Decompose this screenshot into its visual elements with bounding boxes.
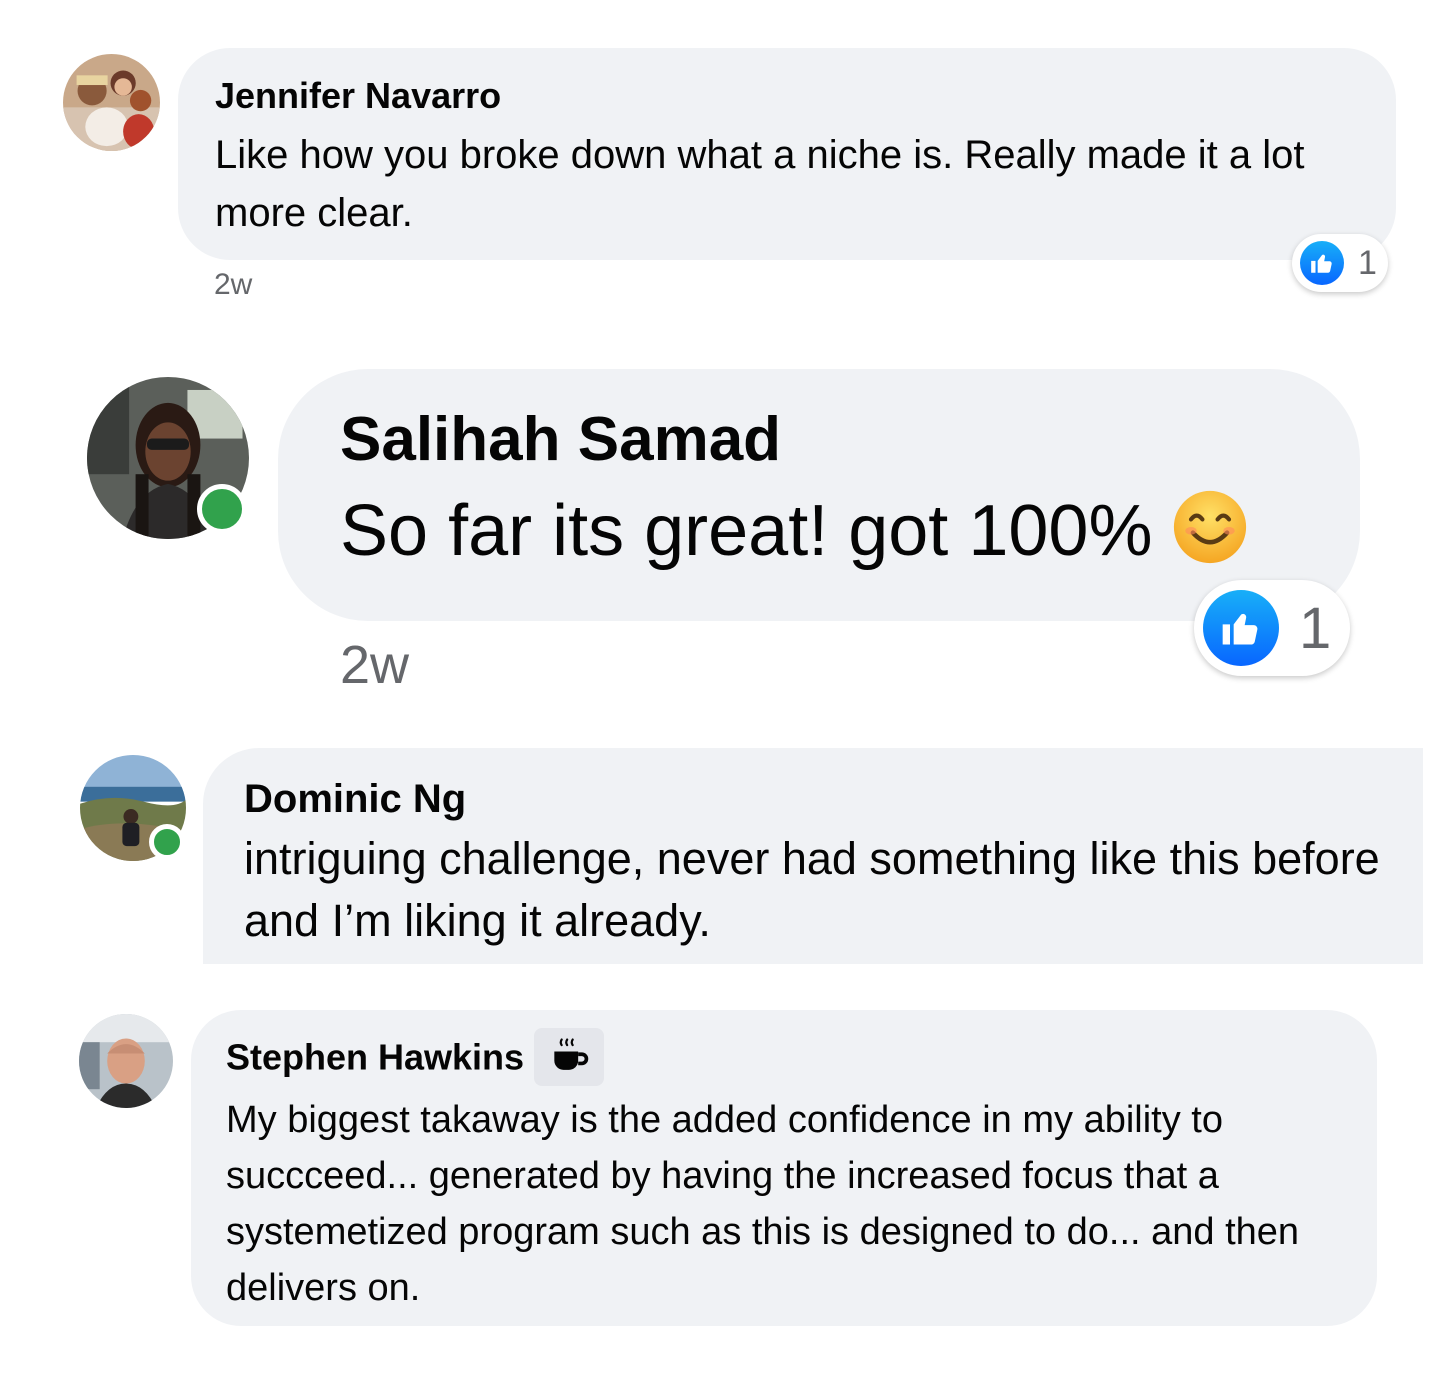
comment-bubble: Jennifer Navarro Like how you broke down… [178,48,1396,260]
comment-author-row: Stephen Hawkins [226,1024,1337,1088]
reaction-count: 1 [1299,595,1332,661]
online-status-indicator [149,824,185,860]
comment-bubble: Salihah Samad So far its great! got 100% [278,369,1360,621]
comment-author[interactable]: Jennifer Navarro [215,74,1356,118]
avatar[interactable] [63,54,160,151]
comment-bubble: Stephen Hawkins My biggest takaway is th… [191,1010,1377,1326]
reaction-count-pill[interactable]: 1 [1194,580,1350,676]
comment-text-row: So far its great! got 100% [340,483,1320,579]
comment-timestamp[interactable]: 2w [340,634,409,696]
comment-text: intriguing challenge, never had somethin… [244,833,1380,946]
smiling-face-emoji-icon [1172,489,1248,565]
comment-bubble: Dominic Ng intriguing challenge, never h… [203,748,1423,964]
coffee-cup-icon[interactable] [534,1028,605,1087]
avatar[interactable] [79,1014,173,1108]
comment-author[interactable]: Dominic Ng [244,774,1383,824]
online-status-indicator [197,484,247,534]
comment-timestamp[interactable]: 2w [214,268,252,302]
reaction-count: 1 [1358,243,1377,282]
comment-author[interactable]: Stephen Hawkins [226,1036,524,1077]
like-icon [1203,590,1279,666]
comment-text: My biggest takaway is the added confiden… [226,1099,1300,1310]
comment-text: So far its great! got 100% [340,491,1153,571]
like-icon [1300,241,1344,285]
comment-text: Like how you broke down what a niche is.… [215,133,1305,235]
comment-author[interactable]: Salihah Samad [340,405,1320,475]
reaction-count-pill[interactable]: 1 [1292,234,1388,292]
